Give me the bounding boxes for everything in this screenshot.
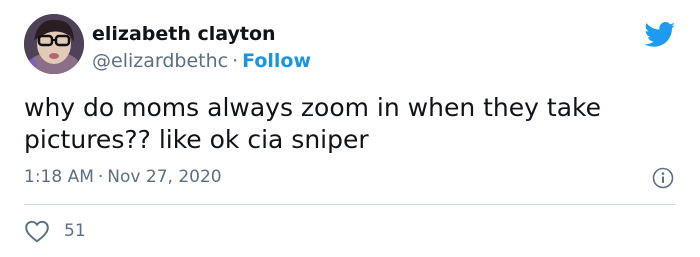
tweet-date[interactable]: Nov 27, 2020 bbox=[107, 167, 221, 187]
divider bbox=[24, 204, 676, 205]
timestamp-separator: · bbox=[97, 167, 104, 187]
tweet-timestamp[interactable]: 1:18 AM · Nov 27, 2020 bbox=[24, 167, 222, 187]
author-handle[interactable]: @elizardbethc bbox=[92, 50, 228, 72]
avatar[interactable] bbox=[24, 14, 84, 74]
tweet-text: why do moms always zoom in when they tak… bbox=[24, 93, 601, 154]
handle-separator: · bbox=[232, 50, 239, 72]
twitter-bird-icon[interactable] bbox=[644, 22, 676, 48]
author-handle-line: @elizardbethc · Follow bbox=[92, 50, 311, 72]
like-count: 51 bbox=[64, 221, 86, 241]
author-display-name[interactable]: elizabeth clayton bbox=[92, 23, 276, 45]
follow-button[interactable]: Follow bbox=[242, 50, 311, 72]
tweet-card: elizabeth clayton @elizardbethc · Follow w… bbox=[0, 0, 700, 257]
tweet-time[interactable]: 1:18 AM bbox=[24, 167, 94, 187]
like-button[interactable]: 51 bbox=[24, 219, 86, 243]
heart-icon[interactable] bbox=[24, 219, 50, 243]
info-icon[interactable] bbox=[652, 167, 674, 189]
